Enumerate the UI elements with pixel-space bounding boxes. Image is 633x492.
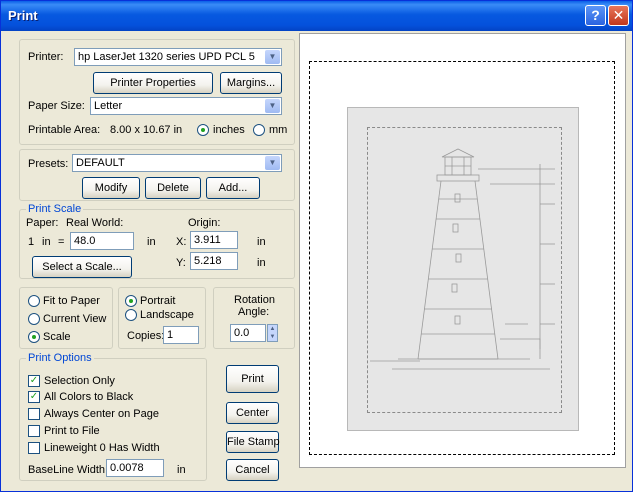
real-world-label: Real World: [66,217,124,229]
baseline-width-input[interactable]: 0.0078 [106,459,164,477]
presets-select[interactable]: DEFAULT ▼ [72,154,282,172]
checkmark-icon: ✓ [29,375,39,386]
lineweight-zero-label: Lineweight 0 Has Width [44,442,160,454]
printer-group: Printer: hp LaserJet 1320 series UPD PCL… [19,39,295,145]
fit-to-paper-radio[interactable] [28,295,40,307]
print-to-file-checkbox[interactable] [28,425,40,437]
origin-label: Origin: [188,217,221,229]
origin-x-unit: in [257,236,266,248]
print-preview [299,33,626,468]
print-scale-group: Print Scale Paper: Real World: Origin: 1… [19,203,295,279]
chevron-down-icon: ▼ [265,50,280,64]
origin-x-label: X: [176,236,187,248]
paper-size-select[interactable]: Letter ▼ [90,97,282,115]
rotation-group: Rotation Angle: 0.0 ▲ ▼ [213,287,295,349]
fit-to-paper-label: Fit to Paper [43,295,100,307]
copies-label: Copies: [127,330,165,342]
selection-only-checkbox[interactable]: ✓ [28,375,40,387]
rotation-label: Rotation [234,294,275,306]
checkmark-icon: ✓ [29,391,39,402]
unit-mm-label: mm [269,124,288,136]
unit-inches-radio[interactable] [197,124,209,136]
all-colors-black-checkbox[interactable]: ✓ [28,391,40,403]
scale-label: Scale [43,331,71,343]
cancel-button[interactable]: Cancel [226,459,279,481]
presets-label: Presets: [28,158,69,170]
paper-unit: in [42,236,51,248]
portrait-radio[interactable] [125,295,137,307]
current-view-label: Current View [43,313,107,325]
origin-x-input[interactable]: 3.911 [190,231,238,249]
paper-size-value: Letter [94,100,123,112]
always-center-checkbox[interactable] [28,408,40,420]
lineweight-zero-checkbox[interactable] [28,442,40,454]
origin-y-unit: in [257,257,266,269]
orientation-group: Portrait Landscape Copies: 1 [118,287,206,349]
printable-area-value: 8.00 x 10.67 in [110,124,183,136]
printable-area-label: Printable Area: [28,124,101,136]
help-icon: ? [591,7,600,23]
select-scale-button[interactable]: Select a Scale... [32,256,132,278]
real-world-input[interactable]: 48.0 [70,232,134,250]
rotation-angle-input[interactable]: 0.0 [230,324,266,342]
unit-inches-label: inches [213,124,245,136]
print-dialog: Print ? ✕ Printer: hp LaserJet 1320 seri… [0,0,633,492]
printer-properties-button[interactable]: Printer Properties [93,72,213,94]
print-scale-title: Print Scale [26,203,84,215]
print-button[interactable]: Print [226,365,279,393]
printer-select[interactable]: hp LaserJet 1320 series UPD PCL 5 ▼ [74,48,282,66]
landscape-label: Landscape [140,309,194,321]
close-icon: ✕ [612,7,625,23]
presets-value: DEFAULT [76,157,125,169]
print-options-group: Print Options ✓ Selection Only ✓ All Col… [19,352,207,481]
printer-label: Printer: [28,51,64,63]
lighthouse-drawing [370,148,555,370]
always-center-label: Always Center on Page [44,408,159,420]
portrait-label: Portrait [140,295,176,307]
title-bar[interactable]: Print ? ✕ [1,1,632,31]
real-world-unit: in [147,236,156,248]
fit-mode-group: Fit to Paper Current View Scale [19,287,113,349]
paper-value: 1 [28,236,35,248]
rotation-spin-arrows-icon[interactable]: ▲ ▼ [267,324,278,342]
center-button[interactable]: Center [226,402,279,424]
current-view-radio[interactable] [28,313,40,325]
angle-label: Angle: [238,306,270,318]
baseline-width-unit: in [177,464,186,476]
paper-size-label: Paper Size: [28,100,85,112]
window-title: Print [8,8,38,23]
print-to-file-label: Print to File [44,425,100,437]
origin-y-input[interactable]: 5.218 [190,252,238,270]
copies-input[interactable]: 1 [163,326,199,344]
presets-group: Presets: DEFAULT ▼ Modify Delete Add... [19,149,295,201]
all-colors-black-label: All Colors to Black [44,391,134,403]
baseline-width-label: BaseLine Width: [28,464,109,476]
paper-label: Paper: [26,217,59,229]
delete-button[interactable]: Delete [145,177,201,199]
add-button[interactable]: Add... [206,177,260,199]
modify-button[interactable]: Modify [82,177,140,199]
print-options-title: Print Options [26,352,94,364]
scale-radio[interactable] [28,331,40,343]
file-stamp-button[interactable]: File Stamp [226,431,280,453]
unit-mm-radio[interactable] [253,124,265,136]
equals-sign: = [58,236,65,248]
landscape-radio[interactable] [125,309,137,321]
help-button[interactable]: ? [585,5,606,26]
origin-y-label: Y: [176,257,186,269]
margins-button[interactable]: Margins... [220,72,282,94]
selection-only-label: Selection Only [44,375,115,387]
chevron-down-icon: ▼ [265,99,280,113]
printer-value: hp LaserJet 1320 series UPD PCL 5 [78,51,255,63]
chevron-down-icon: ▼ [265,156,280,170]
close-button[interactable]: ✕ [608,5,629,26]
